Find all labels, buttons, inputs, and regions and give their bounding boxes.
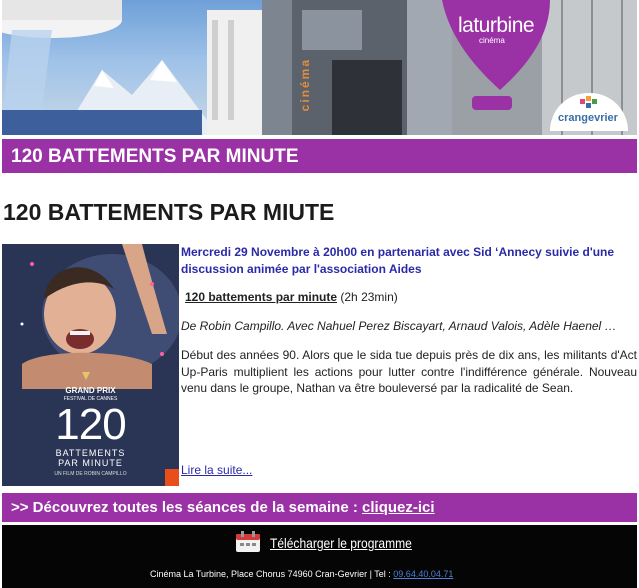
poster-director: UN FILM DE ROBIN CAMPILLO — [54, 471, 127, 477]
logo-subtitle: cinéma — [479, 36, 505, 45]
header-banner-image: cinéma laturbine cinéma crangevrier — [2, 0, 637, 135]
poster-number: 120 — [55, 400, 126, 449]
partner-logo-text: crangevrier — [558, 112, 618, 124]
page-title: 120 BATTEMENTS PAR MIUTE — [3, 199, 335, 225]
read-more-link[interactable]: Lire la suite... — [181, 463, 252, 477]
poster-title-line2: PAR MINUTE — [58, 458, 123, 468]
logo-text: laturbine — [458, 14, 535, 37]
title-bar: 120 BATTEMENTS PAR MINUTE — [2, 139, 637, 173]
seances-bar: >> Découvrez toutes les séances de la se… — [2, 493, 637, 522]
movie-poster[interactable]: GRAND PRIX FESTIVAL DE CANNES 120 BATTEM… — [2, 244, 179, 486]
poster-title-line1: BATTEMENTS — [55, 448, 126, 458]
seances-link[interactable]: cliquez-ici — [362, 499, 435, 516]
download-program-link[interactable]: Télécharger le programme — [270, 535, 412, 551]
title-bar-text: 120 BATTEMENTS PAR MINUTE — [11, 146, 299, 167]
event-info: Mercredi 29 Novembre à 20h00 en partenar… — [181, 245, 615, 276]
program-calendar-icon[interactable] — [235, 531, 261, 553]
film-synopsis: Début des années 90. Alors que le sida t… — [181, 348, 637, 395]
phone-link[interactable]: 09.64.40.04.71 — [393, 569, 453, 579]
poster-award: GRAND PRIX — [65, 386, 116, 395]
footer-address-text: Cinéma La Turbine, Place Chorus 74960 Cr… — [150, 569, 394, 579]
film-duration: (2h 23min) — [340, 290, 398, 304]
film-cast: De Robin Campillo. Avec Nahuel Perez Bis… — [181, 319, 617, 333]
footer-address: Cinéma La Turbine, Place Chorus 74960 Cr… — [150, 569, 453, 579]
film-title-line: 120 battements par minute (2h 23min) — [185, 290, 398, 304]
film-title-link[interactable]: 120 battements par minute — [185, 290, 337, 304]
banner-illustration — [2, 0, 637, 135]
seances-text: >> Découvrez toutes les séances de la se… — [11, 499, 363, 516]
building-sign: cinéma — [298, 58, 312, 112]
